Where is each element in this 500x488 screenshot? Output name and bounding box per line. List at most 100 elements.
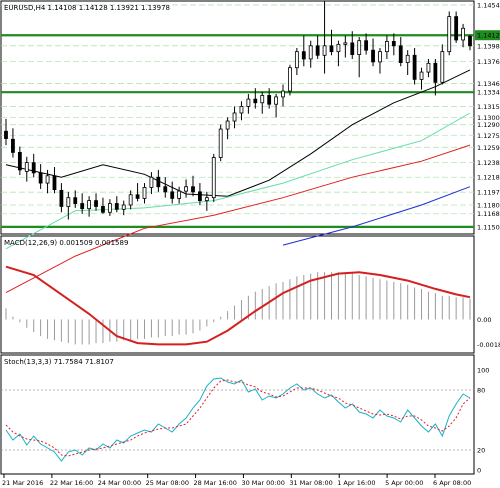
price-tick-label: 1.13465 (477, 80, 500, 88)
time-tick-label: 1 Apr 16:00 (337, 479, 375, 487)
bear-candle (364, 40, 369, 51)
bear-candle (31, 162, 36, 174)
bull-candle (378, 51, 382, 63)
bull-candle (384, 41, 389, 53)
price-tick-label: 1.11500 (477, 223, 500, 231)
bear-candle (198, 191, 202, 202)
time-tick-label: 21 Mar 2016 (2, 479, 43, 487)
bull-candle (121, 204, 126, 210)
bull-candle (246, 98, 251, 107)
bear-candle (301, 51, 306, 60)
bull-candle (107, 203, 112, 213)
bear-candle (454, 16, 459, 41)
bear-candle (412, 54, 417, 80)
bear-candle (315, 45, 320, 56)
bull-candle (281, 90, 285, 98)
trading-chart: 1.14540 1.14125 1.13980 1.13765 1.134651.133… (0, 0, 500, 487)
bull-candle (232, 112, 237, 122)
price-tick-label: 1.14125 (477, 32, 500, 40)
time-tick-label: 30 Mar 00:00 (241, 479, 284, 487)
bull-candle (322, 45, 327, 56)
bull-candle (405, 54, 410, 64)
bull-candle (239, 106, 244, 114)
bear-candle (163, 186, 168, 193)
price-tick-label: 1.14540 (477, 1, 500, 9)
time-tick-label: 5 Apr 00:00 (385, 479, 423, 487)
bear-candle (94, 200, 98, 207)
bull-candle (184, 186, 188, 192)
price-tick-label: 1.13980 (477, 42, 500, 50)
bear-candle (17, 152, 22, 171)
bull-candle (440, 51, 445, 83)
bear-candle (350, 42, 355, 55)
price-tick-label: 1.12900 (477, 121, 500, 129)
macd-tick-label: -0.00180 (477, 341, 500, 349)
time-axis: 21 Mar 2016 22 Mar 16:00 24 Mar 00:00 25 Ma… (2, 474, 471, 487)
bull-candle (308, 45, 313, 60)
bull-candle (211, 157, 216, 199)
bear-candle (391, 41, 396, 47)
macd-tick-label: 0.00 (477, 316, 491, 324)
price-tick-label: 1.12755 (477, 132, 500, 140)
bear-candle (73, 197, 78, 204)
bear-candle (4, 130, 8, 139)
price-tick-label: 1.12180 (477, 174, 500, 182)
bear-candle (371, 49, 375, 63)
stoch-tick-label: 80 (477, 387, 485, 395)
bear-candle (38, 172, 43, 184)
stoch-tick-label: 100 (477, 367, 489, 375)
stoch-axis: 100 80 20 0 (477, 367, 489, 475)
bull-candle (447, 16, 452, 53)
stoch-header: Stoch(13,3,3) 71.7584 71.8107 (4, 358, 114, 366)
bull-candle (128, 194, 133, 206)
bull-candle (260, 95, 265, 104)
bull-candle (225, 120, 230, 130)
price-tick-label: 1.13345 (477, 89, 500, 97)
price-tick-label: 1.12590 (477, 144, 500, 152)
bear-candle (191, 186, 195, 193)
bull-candle (461, 27, 465, 41)
price-tick-label: 1.12380 (477, 159, 500, 167)
macd-axis: 0.00 -0.00180 (477, 316, 500, 349)
time-tick-label: 22 Mar 16:00 (50, 479, 93, 487)
bull-candle (294, 51, 299, 69)
bull-candle (419, 71, 424, 80)
price-tick-label: 1.13150 (477, 103, 500, 111)
bear-candle (114, 203, 119, 210)
price-header: EURUSD,H4 1.14108 1.14128 1.13921 1.1397… (4, 4, 170, 12)
bull-candle (45, 175, 50, 184)
time-tick-label: 25 Mar 08:00 (146, 479, 189, 487)
bear-candle (101, 206, 105, 213)
macd-panel (0, 235, 475, 354)
bear-candle (11, 138, 15, 153)
bear-candle (267, 95, 272, 105)
stoch-panel (0, 354, 475, 475)
bull-candle (204, 197, 209, 202)
bull-candle (343, 42, 348, 45)
bull-candle (66, 197, 71, 207)
price-axis: 1.14540 1.14125 1.13980 1.13765 1.134651.133… (475, 1, 500, 231)
bear-candle (80, 203, 85, 210)
price-tick-label: 1.11680 (477, 210, 500, 218)
bear-candle (156, 176, 161, 188)
bull-candle (336, 43, 341, 53)
time-tick-label: 31 Mar 08:00 (289, 479, 332, 487)
bull-candle (274, 96, 278, 105)
macd-header: MACD(12,26,9) 0.001509 0.001589 (4, 239, 128, 247)
time-tick-label: 24 Mar 00:00 (98, 479, 141, 487)
bear-candle (135, 194, 140, 199)
bull-candle (142, 187, 147, 199)
price-tick-label: 1.13765 (477, 58, 500, 66)
bull-candle (426, 62, 431, 73)
bear-candle (329, 45, 334, 53)
price-tick-label: 1.11800 (477, 201, 500, 209)
bull-candle (24, 162, 29, 172)
stoch-tick-label: 0 (477, 467, 481, 475)
bear-candle (468, 35, 472, 47)
bull-candle (218, 128, 223, 158)
bull-candle (177, 190, 182, 199)
bear-candle (433, 62, 438, 83)
bear-candle (59, 189, 64, 207)
bull-candle (357, 40, 362, 55)
bear-candle (253, 98, 258, 104)
